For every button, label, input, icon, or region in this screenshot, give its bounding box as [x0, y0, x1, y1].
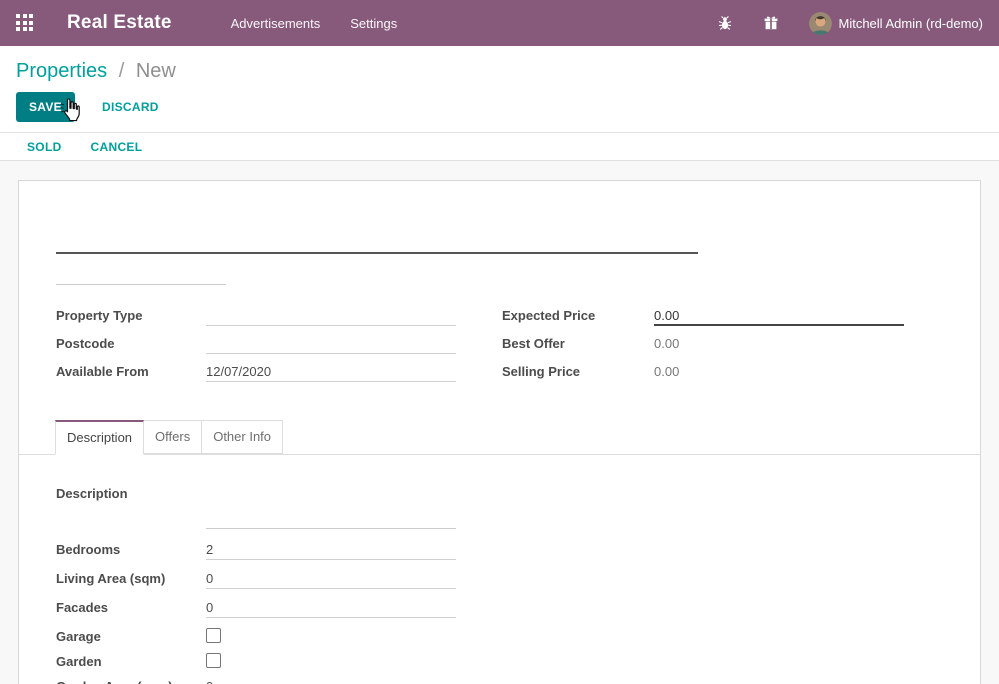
- expected-price-input[interactable]: 0.00: [654, 306, 904, 326]
- field-row-garden: Garden: [56, 652, 943, 671]
- best-offer-label: Best Offer: [502, 334, 654, 351]
- top-navbar: Real Estate Advertisements Settings: [0, 0, 999, 46]
- garden-label: Garden: [56, 652, 206, 669]
- expected-price-label: Expected Price: [502, 306, 654, 323]
- tab-content-description: Description Bedrooms 2 Living Area (sqm)…: [56, 455, 943, 684]
- field-group-right: Expected Price 0.00 Best Offer 0.00 Sell…: [502, 306, 904, 390]
- apps-grid-icon[interactable]: [16, 14, 34, 32]
- bedrooms-input[interactable]: 2: [206, 540, 456, 560]
- discard-button[interactable]: DISCARD: [102, 100, 159, 114]
- breadcrumb-separator: /: [119, 60, 125, 82]
- description-textarea[interactable]: [206, 484, 456, 529]
- breadcrumb-current: New: [136, 60, 176, 82]
- field-row-property-type: Property Type: [56, 306, 456, 326]
- menu-settings[interactable]: Settings: [348, 12, 399, 35]
- property-type-select[interactable]: [206, 306, 456, 326]
- tab-offers[interactable]: Offers: [144, 420, 202, 454]
- app-title[interactable]: Real Estate: [67, 12, 172, 34]
- field-row-expected-price: Expected Price 0.00: [502, 306, 904, 326]
- garden-checkbox[interactable]: [206, 653, 221, 668]
- garden-area-input[interactable]: 0: [206, 677, 456, 684]
- debug-bug-icon[interactable]: [717, 15, 733, 31]
- tags-input[interactable]: [56, 265, 226, 285]
- topbar-right: Mitchell Admin (rd-demo): [687, 12, 984, 35]
- gift-icon[interactable]: [763, 15, 779, 31]
- field-row-garage: Garage: [56, 627, 943, 646]
- field-row-available-from: Available From 12/07/2020: [56, 362, 456, 382]
- control-panel-buttons: SAVE DISCARD: [16, 92, 983, 122]
- selling-price-value: 0.00: [654, 362, 904, 379]
- cancel-button[interactable]: CANCEL: [91, 140, 143, 154]
- sold-button[interactable]: SOLD: [27, 140, 62, 154]
- notebook-tabs: Description Offers Other Info: [18, 421, 981, 455]
- breadcrumb-properties[interactable]: Properties: [16, 60, 107, 82]
- top-menu: Advertisements Settings: [229, 12, 400, 35]
- field-row-garden-area: Garden Area (sqm) 0: [56, 677, 943, 684]
- field-row-facades: Facades 0: [56, 598, 943, 618]
- bedrooms-label: Bedrooms: [56, 540, 206, 557]
- field-row-living-area: Living Area (sqm) 0: [56, 569, 943, 589]
- form-view-background: Property Type Postcode Available From 12…: [0, 161, 999, 684]
- app-window: Real Estate Advertisements Settings: [0, 0, 999, 684]
- menu-advertisements[interactable]: Advertisements: [229, 12, 323, 35]
- facades-label: Facades: [56, 598, 206, 615]
- postcode-input[interactable]: [206, 334, 456, 354]
- living-area-input[interactable]: 0: [206, 569, 456, 589]
- form-statusbar: SOLD CANCEL: [0, 133, 999, 161]
- field-row-description: Description: [56, 484, 943, 529]
- property-name-input[interactable]: [56, 208, 698, 254]
- tab-other-info[interactable]: Other Info: [202, 420, 283, 454]
- description-label: Description: [56, 484, 206, 529]
- control-panel: Properties / New SAVE DISCARD: [0, 46, 999, 133]
- user-avatar[interactable]: [809, 12, 832, 35]
- field-group-left: Property Type Postcode Available From 12…: [56, 306, 456, 390]
- field-row-postcode: Postcode: [56, 334, 456, 354]
- field-row-bedrooms: Bedrooms 2: [56, 540, 943, 560]
- tab-description[interactable]: Description: [55, 420, 144, 455]
- user-name[interactable]: Mitchell Admin (rd-demo): [839, 16, 984, 31]
- form-sheet: Property Type Postcode Available From 12…: [18, 180, 981, 684]
- field-row-best-offer: Best Offer 0.00: [502, 334, 904, 354]
- selling-price-label: Selling Price: [502, 362, 654, 379]
- save-button[interactable]: SAVE: [16, 92, 75, 122]
- property-type-label: Property Type: [56, 306, 206, 323]
- garage-label: Garage: [56, 627, 206, 644]
- garage-checkbox[interactable]: [206, 628, 221, 643]
- living-area-label: Living Area (sqm): [56, 569, 206, 586]
- best-offer-value: 0.00: [654, 334, 904, 351]
- field-row-selling-price: Selling Price 0.00: [502, 362, 904, 382]
- garden-area-label: Garden Area (sqm): [56, 677, 206, 684]
- postcode-label: Postcode: [56, 334, 206, 351]
- available-from-label: Available From: [56, 362, 206, 379]
- available-from-date-input[interactable]: 12/07/2020: [206, 362, 456, 382]
- breadcrumb: Properties / New: [16, 60, 983, 83]
- field-group: Property Type Postcode Available From 12…: [56, 306, 943, 390]
- facades-input[interactable]: 0: [206, 598, 456, 618]
